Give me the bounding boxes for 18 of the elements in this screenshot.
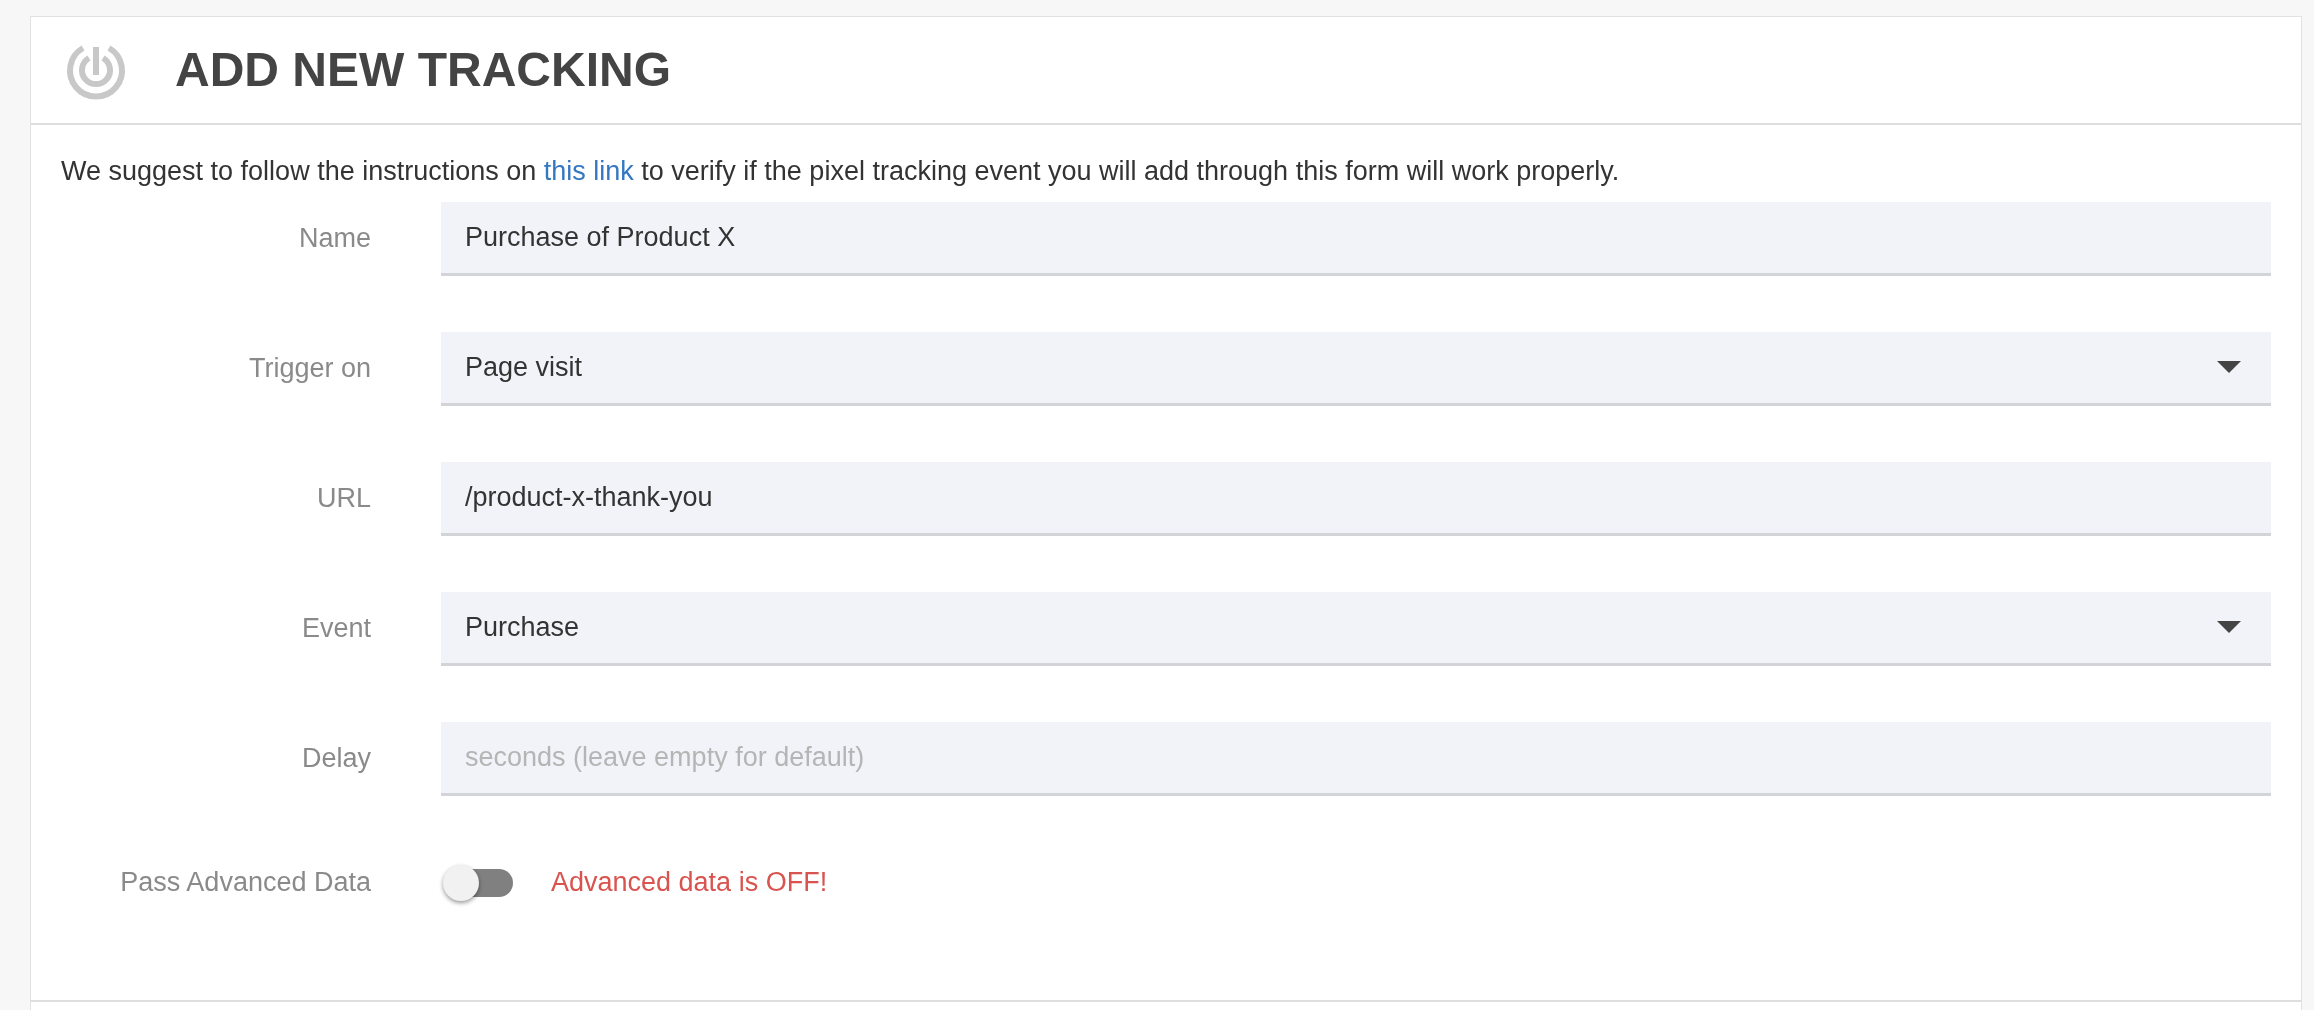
- input-field[interactable]: /product-x-thank-you: [441, 461, 2271, 536]
- field-label: Name: [297, 222, 372, 256]
- field-label: Event: [300, 612, 372, 646]
- caret-icon: [2217, 361, 2241, 373]
- field-label: Delay: [300, 742, 372, 776]
- field-label: URL: [316, 482, 372, 516]
- status-message: Advanced data is OFF!: [551, 866, 828, 900]
- select-field[interactable]: Purchase: [441, 591, 2271, 666]
- input-field[interactable]: seconds (leave empty for default): [441, 721, 2271, 796]
- input-field[interactable]: Purchase of Product X: [441, 201, 2271, 276]
- caret-icon: [2217, 621, 2241, 633]
- page-title: ADD NEW TRACKING: [175, 42, 671, 98]
- toggle-switch[interactable]: [443, 864, 513, 901]
- instructions-link[interactable]: this link: [543, 156, 634, 186]
- field-label: Pass Advanced Data: [119, 866, 372, 900]
- field-label: Trigger on: [247, 352, 372, 386]
- intro-text: We suggest to follow the instructions on this link to verify if the pixel tracking event you will add through this form will work properly.: [60, 155, 1621, 188]
- select-field[interactable]: Page visit: [441, 331, 2271, 406]
